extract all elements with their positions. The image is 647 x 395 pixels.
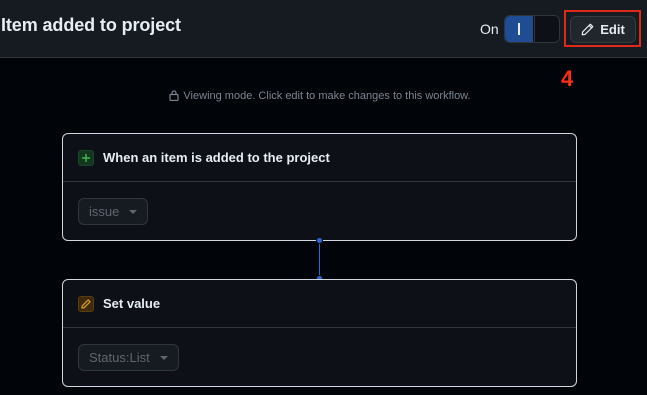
step-annotation: 4 xyxy=(561,66,574,91)
toggle-on-indicator xyxy=(518,23,520,35)
edit-button-label: Edit xyxy=(600,22,625,37)
viewing-mode-text: Viewing mode. Click edit to make changes… xyxy=(183,90,471,102)
action-card-header: Set value xyxy=(63,280,576,328)
edit-button[interactable]: Edit xyxy=(570,16,636,43)
pencil-icon xyxy=(581,23,594,36)
status-value-select[interactable]: Status:List xyxy=(78,344,179,371)
plus-icon xyxy=(78,149,94,166)
workflow-enable-toggle[interactable] xyxy=(504,15,560,43)
viewing-mode-notice: Viewing mode. Click edit to make changes… xyxy=(0,90,640,102)
toggle-label: On xyxy=(480,21,499,37)
action-card-body: Status:List xyxy=(63,328,576,371)
page-title: Item added to project xyxy=(1,15,181,35)
chevron-down-icon xyxy=(129,209,138,214)
item-type-select[interactable]: issue xyxy=(78,198,149,225)
pencil-icon xyxy=(78,295,94,312)
trigger-card-header: When an item is added to the project xyxy=(63,134,576,182)
trigger-card-body: issue xyxy=(63,182,576,225)
trigger-title: When an item is added to the project xyxy=(103,150,330,165)
lock-icon xyxy=(169,90,180,101)
workflow-connector xyxy=(319,241,320,279)
action-card: Set value Status:List xyxy=(62,279,577,387)
toggle-knob xyxy=(534,16,559,42)
toggle-on-segment xyxy=(505,16,533,42)
chevron-down-icon xyxy=(159,355,168,360)
connector-dot-top xyxy=(316,237,323,244)
workflow-header: Item added to project On Edit xyxy=(0,0,647,58)
status-value-select-value: Status:List xyxy=(89,350,150,365)
item-type-select-value: issue xyxy=(89,204,120,219)
trigger-card: When an item is added to the project iss… xyxy=(62,133,577,241)
action-title: Set value xyxy=(103,296,161,311)
